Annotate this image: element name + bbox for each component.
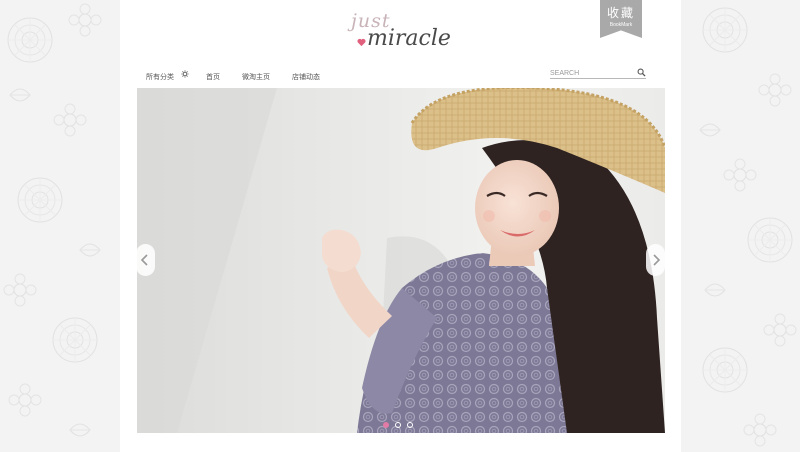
nav-item-store-news[interactable]: 店铺动态 <box>292 72 320 82</box>
gear-icon[interactable] <box>181 70 189 78</box>
hero-banner-image[interactable] <box>137 88 665 433</box>
chevron-left-icon <box>140 254 148 266</box>
search-input[interactable] <box>550 68 630 78</box>
store-logo[interactable]: just miracle <box>345 10 455 54</box>
search-bar <box>550 68 646 79</box>
carousel-prev-button[interactable] <box>136 244 155 276</box>
content-page: just miracle 收藏 BookMark 所有分类 首页 微淘主页 店铺… <box>120 0 681 452</box>
chevron-right-icon <box>653 254 661 266</box>
carousel-dot-2[interactable] <box>395 422 401 428</box>
carousel-dot-3[interactable] <box>407 422 413 428</box>
bookmark-button[interactable]: 收藏 BookMark <box>600 0 642 38</box>
nav-item-weitao[interactable]: 微淘主页 <box>242 72 270 82</box>
bookmark-label-cn: 收藏 <box>606 6 635 20</box>
heart-icon <box>357 38 366 47</box>
nav-item-home[interactable]: 首页 <box>206 72 220 82</box>
nav-item-all-categories[interactable]: 所有分类 <box>146 72 174 82</box>
carousel-pagination <box>383 422 419 430</box>
search-icon[interactable] <box>637 68 646 77</box>
carousel-dot-1[interactable] <box>383 422 389 428</box>
bookmark-label-en: BookMark <box>609 22 633 28</box>
logo-line2: miracle <box>367 26 451 51</box>
carousel-next-button[interactable] <box>646 244 665 276</box>
